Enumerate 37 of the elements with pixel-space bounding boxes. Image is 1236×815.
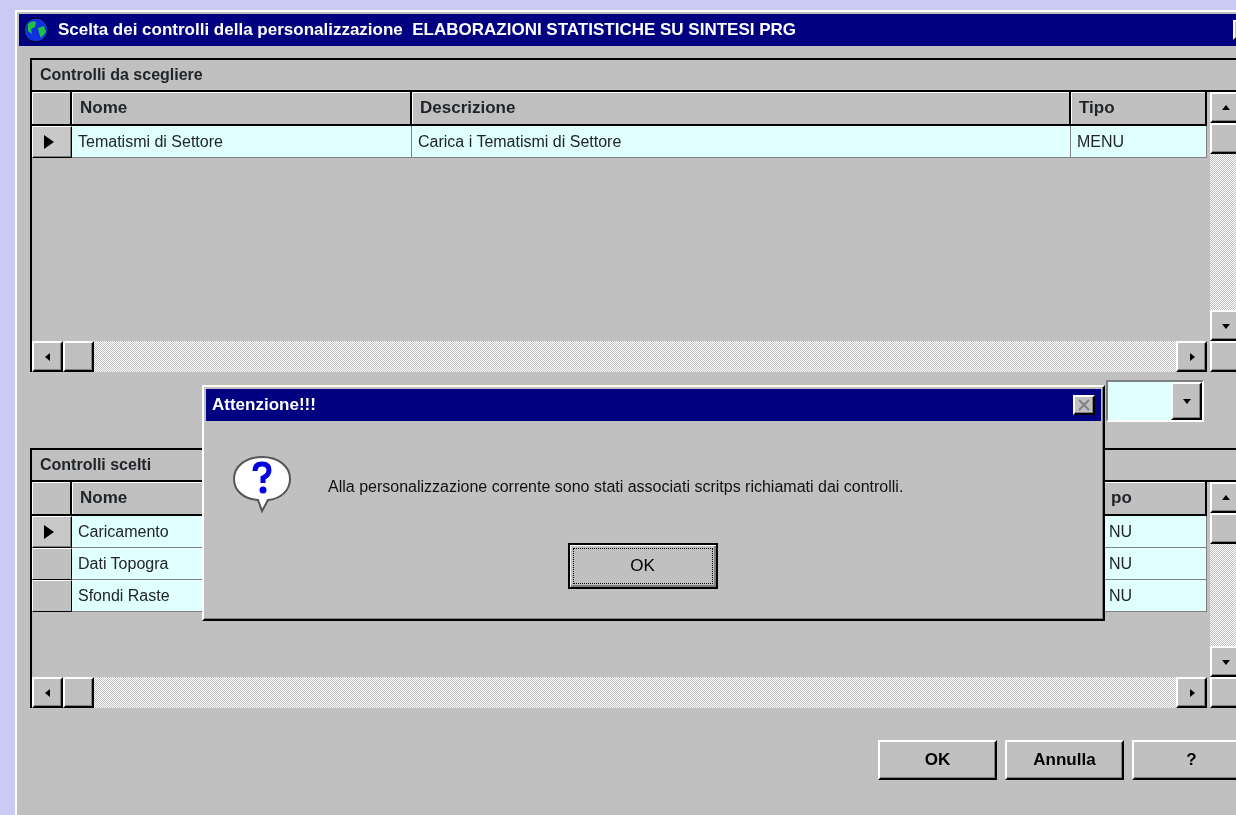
scroll-thumb[interactable] — [1210, 513, 1236, 544]
dialog-title: Attenzione!!! — [212, 394, 316, 417]
dialog-button[interactable]: OK — [878, 740, 997, 780]
scroll-right-button[interactable] — [1176, 341, 1207, 372]
scroll-up-button[interactable] — [1210, 482, 1236, 513]
scroll-left-button[interactable] — [32, 341, 63, 372]
scroll-right-button[interactable] — [1176, 677, 1207, 708]
table-cell: Carica i Tematismi di Settore — [412, 126, 1071, 158]
close-icon — [1078, 399, 1090, 411]
scroll-left-button[interactable] — [32, 677, 63, 708]
caret-icon — [1181, 396, 1192, 406]
globe-icon — [22, 16, 50, 44]
dialog-button[interactable]: Annulla — [1005, 740, 1124, 780]
scroll-up-button[interactable] — [1210, 92, 1236, 123]
dropdown-field[interactable] — [1106, 380, 1204, 422]
table-cell: Tematismi di Settore — [72, 126, 412, 158]
dialog-button[interactable]: ? — [1132, 740, 1236, 780]
column-header[interactable]: Descrizione — [412, 92, 1071, 126]
ok-button[interactable]: OK — [567, 543, 718, 589]
row-selector[interactable] — [32, 126, 72, 158]
column-header[interactable]: Nome — [72, 92, 412, 126]
row-selector[interactable] — [32, 580, 72, 612]
row-selector[interactable] — [32, 548, 72, 580]
dropdown-button[interactable] — [1171, 382, 1202, 420]
scroll-down-button[interactable] — [1210, 646, 1236, 677]
table-cell: MENU — [1071, 126, 1207, 158]
scroll-thumb[interactable] — [1210, 123, 1236, 154]
dialog-message: Alla personalizzazione corrente sono stati associati scritps richiamati dai controlli. — [328, 477, 904, 497]
scroll-thumb[interactable] — [63, 677, 94, 708]
window-title: Scelta dei controlli della personalizzazione ELABORAZIONI STATISTICHE SU SINTESI PRG — [58, 19, 797, 42]
row-pointer-icon — [43, 134, 55, 150]
row-pointer-icon — [43, 524, 55, 540]
scroll-down-button[interactable] — [1210, 310, 1236, 341]
row-selector[interactable] — [32, 516, 72, 548]
column-header[interactable]: Tipo — [1071, 92, 1207, 126]
close-button[interactable] — [1073, 395, 1095, 415]
scroll-thumb[interactable] — [63, 341, 94, 372]
